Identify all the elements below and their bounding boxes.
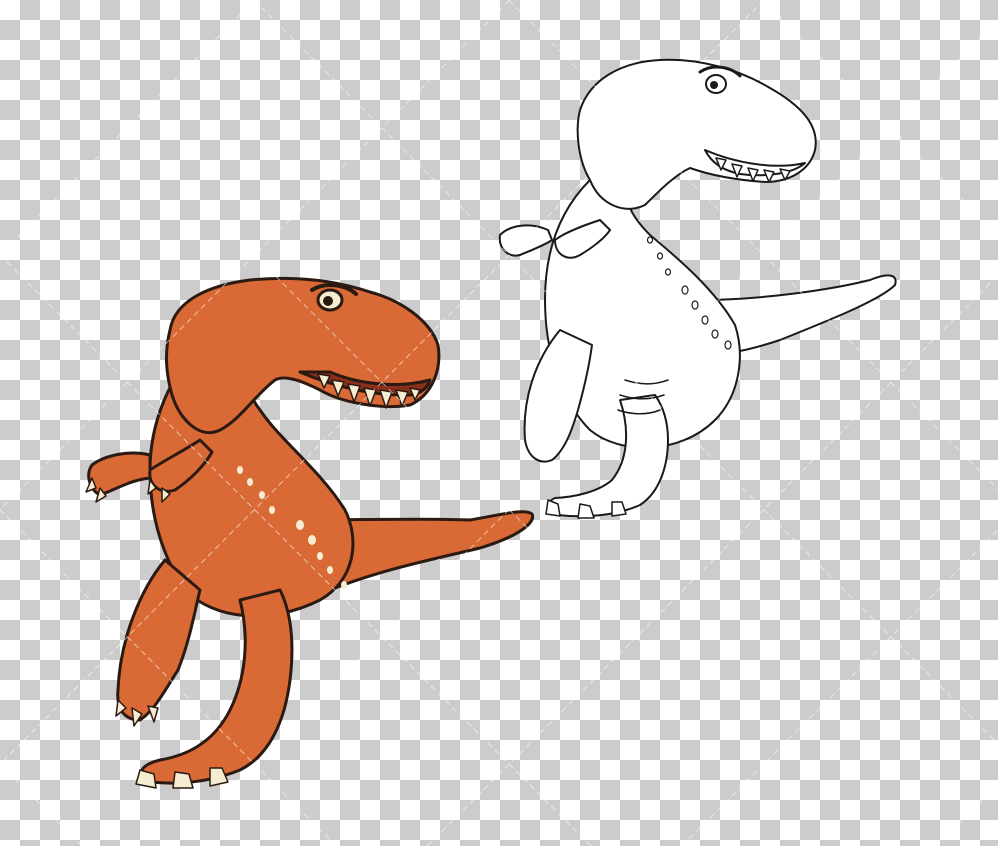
line-arm-left (498, 224, 553, 257)
line-head (576, 58, 817, 210)
transparent-canvas (0, 0, 998, 846)
t-rex-line-art-figure (498, 58, 897, 519)
line-leg-back (523, 329, 593, 463)
